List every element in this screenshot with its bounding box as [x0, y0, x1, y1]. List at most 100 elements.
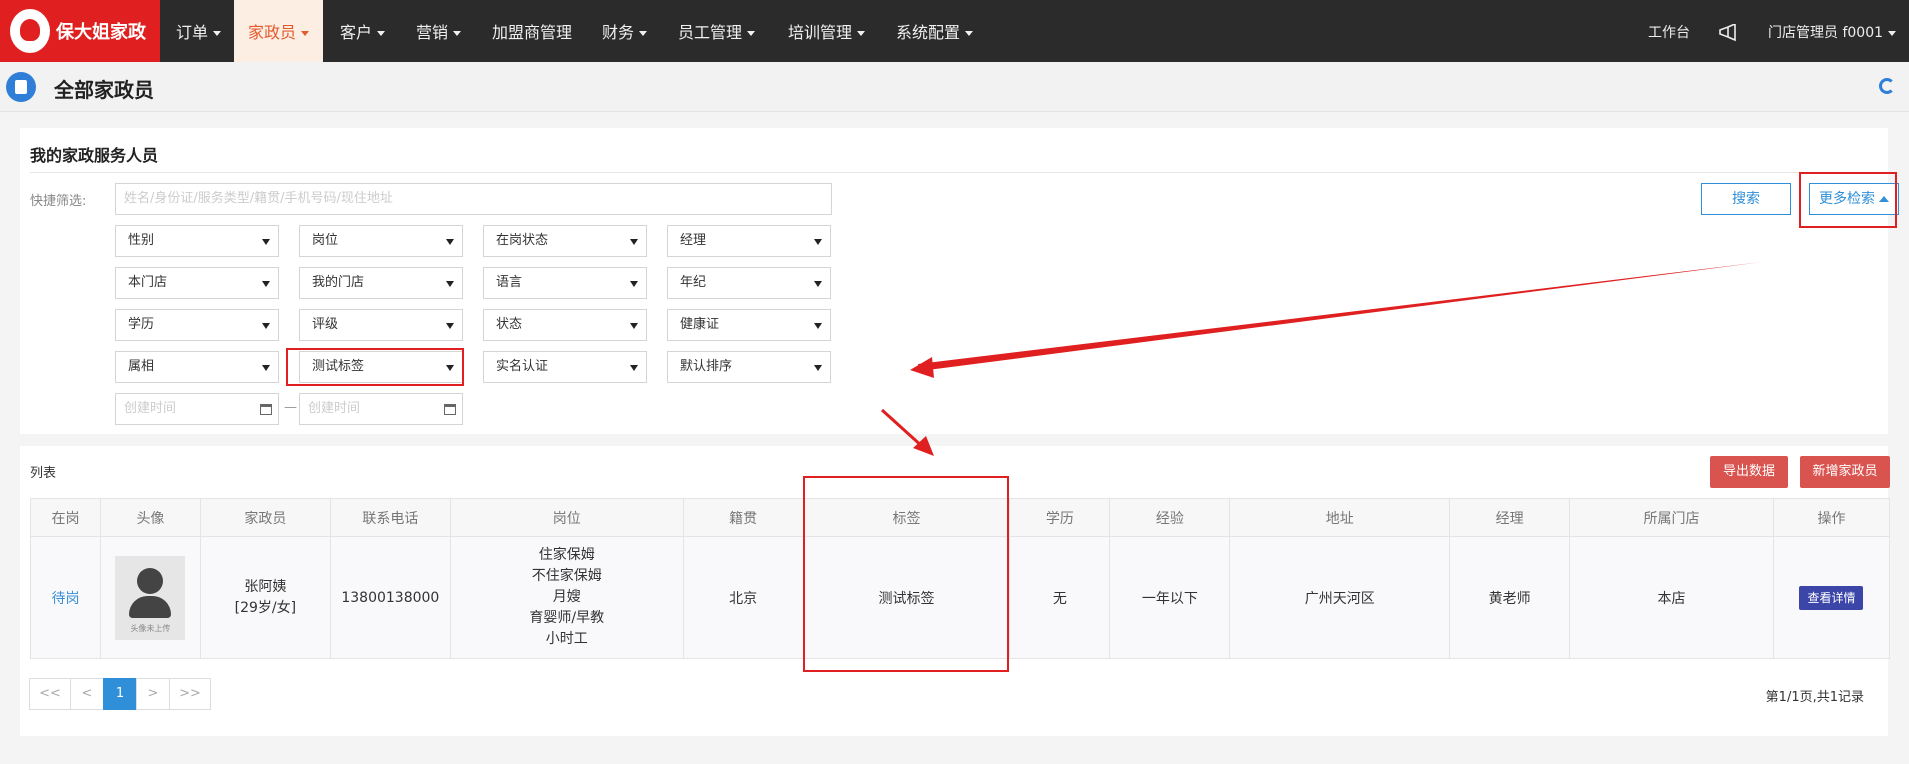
housekeeper-name: 张阿姨 — [244, 578, 287, 595]
export-button[interactable]: 导出数据 — [1710, 456, 1788, 488]
nav-franchise[interactable]: 加盟商管理 — [492, 0, 572, 62]
select-realname-verify[interactable]: 实名认证 — [483, 351, 647, 383]
list-panel: 列表 导出数据 新增家政员 在岗 头像 家政员 联系电话 岗位 籍贯 标签 学历… — [20, 446, 1891, 736]
book-icon — [6, 72, 36, 102]
chevron-down-icon — [965, 31, 974, 36]
col-avatar: 头像 — [99, 498, 201, 537]
store-cell: 本店 — [1569, 536, 1774, 659]
chevron-down-icon — [639, 31, 648, 36]
chevron-down-icon — [1888, 30, 1897, 36]
nav-training[interactable]: 培训管理 — [788, 0, 866, 62]
col-status: 在岗 — [30, 498, 101, 537]
position-item: 月嫂 — [552, 589, 581, 605]
col-store: 所属门店 — [1569, 498, 1774, 537]
chevron-down-icon — [857, 31, 866, 36]
address-cell: 广州天河区 — [1229, 536, 1451, 659]
refresh-icon[interactable] — [1879, 78, 1895, 94]
select-age[interactable]: 年纪 — [667, 267, 831, 299]
chevron-down-icon — [453, 31, 462, 36]
annotation-box-more-button — [1799, 172, 1897, 228]
col-origin: 籍贯 — [682, 498, 804, 537]
select-zodiac[interactable]: 属相 — [115, 351, 279, 383]
nav-workbench[interactable]: 工作台 — [1648, 0, 1690, 62]
brand-name: 保大姐家政 — [56, 22, 146, 43]
quick-filter-input[interactable]: 姓名/身份证/服务类型/籍贯/手机号码/现住地址 — [115, 183, 832, 215]
chevron-down-icon — [747, 31, 756, 36]
select-manager[interactable]: 经理 — [667, 225, 831, 257]
user-menu[interactable]: 门店管理员 f0001 — [1768, 0, 1897, 62]
experience-cell: 一年以下 — [1109, 536, 1231, 659]
position-item: 小时工 — [545, 631, 588, 647]
user-placeholder-icon — [137, 567, 164, 594]
filter-panel-title: 我的家政服务人员 — [30, 146, 159, 165]
select-this-store[interactable]: 本门店 — [115, 267, 279, 299]
select-gender[interactable]: 性别 — [115, 225, 279, 257]
nav-orders[interactable]: 订单 — [176, 0, 222, 62]
annotation-box-tag-select — [286, 348, 464, 386]
pager-last[interactable]: >> — [169, 678, 211, 710]
select-health-cert[interactable]: 健康证 — [667, 309, 831, 341]
position-item: 育婴师/早教 — [529, 610, 605, 626]
col-name: 家政员 — [199, 498, 331, 537]
nav-customers[interactable]: 客户 — [340, 0, 386, 62]
calendar-icon — [444, 404, 456, 415]
page-header: 全部家政员 — [0, 62, 1909, 112]
housekeeper-age-gender: [29岁/女] — [234, 599, 297, 616]
pagination: << < 1 > >> — [29, 678, 211, 710]
select-sort[interactable]: 默认排序 — [667, 351, 831, 383]
nav-marketing[interactable]: 营销 — [416, 0, 462, 62]
col-education: 学历 — [1009, 498, 1111, 537]
view-details-button[interactable]: 查看详情 — [1799, 585, 1864, 610]
col-experience: 经验 — [1109, 498, 1231, 537]
select-position[interactable]: 岗位 — [299, 225, 463, 257]
date-start-input[interactable]: 创建时间 — [115, 393, 279, 425]
search-button[interactable]: 搜索 — [1701, 183, 1791, 215]
pager-page-1[interactable]: 1 — [103, 678, 137, 710]
chevron-down-icon — [377, 31, 386, 36]
nav-finance[interactable]: 财务 — [602, 0, 648, 62]
col-manager: 经理 — [1449, 498, 1571, 537]
education-cell: 无 — [1009, 536, 1111, 659]
page-info: 第1/1页,共1记录 — [1765, 690, 1864, 705]
nav-staff[interactable]: 员工管理 — [678, 0, 756, 62]
pager-first[interactable]: << — [29, 678, 71, 710]
col-phone: 联系电话 — [329, 498, 451, 537]
top-navbar: 保大姐家政 订单 家政员 客户 营销 加盟商管理 财务 员工管理 培训管理 系统… — [0, 0, 1909, 62]
avatar-cell: 头像未上传 — [99, 536, 201, 659]
annotation-box-tag-column — [803, 476, 1009, 672]
col-position: 岗位 — [449, 498, 684, 537]
nav-system[interactable]: 系统配置 — [896, 0, 974, 62]
add-housekeeper-button[interactable]: 新增家政员 — [1800, 456, 1890, 488]
position-item: 住家保姆 — [538, 547, 595, 563]
status-link[interactable]: 待岗 — [51, 591, 79, 607]
megaphone-icon[interactable] — [1718, 0, 1738, 62]
select-rating[interactable]: 评级 — [299, 309, 463, 341]
position-cell: 住家保姆 不住家保姆 月嫂 育婴师/早教 小时工 — [449, 536, 684, 659]
logo-mascot-icon — [10, 9, 50, 53]
divider — [30, 172, 1878, 173]
position-item: 不住家保姆 — [531, 568, 602, 584]
list-title: 列表 — [30, 466, 57, 481]
pager-next[interactable]: > — [136, 678, 170, 710]
quick-filter-label: 快捷筛选: — [30, 194, 87, 209]
page-title: 全部家政员 — [54, 78, 154, 102]
chevron-down-icon — [301, 31, 310, 36]
pager-prev[interactable]: < — [70, 678, 104, 710]
col-action: 操作 — [1772, 498, 1891, 537]
date-end-input[interactable]: 创建时间 — [299, 393, 463, 425]
avatar: 头像未上传 — [115, 555, 186, 640]
brand-logo[interactable]: 保大姐家政 — [0, 0, 160, 62]
select-education[interactable]: 学历 — [115, 309, 279, 341]
phone-cell: 13800138000 — [329, 536, 451, 659]
select-language[interactable]: 语言 — [483, 267, 647, 299]
status-cell: 待岗 — [30, 536, 101, 659]
select-duty-status[interactable]: 在岗状态 — [483, 225, 647, 257]
action-cell: 查看详情 — [1772, 536, 1891, 659]
nav-housekeepers[interactable]: 家政员 — [234, 0, 324, 62]
col-address: 地址 — [1229, 498, 1451, 537]
select-my-store[interactable]: 我的门店 — [299, 267, 463, 299]
manager-cell: 黄老师 — [1449, 536, 1571, 659]
user-placeholder-body — [129, 595, 172, 618]
date-range-separator: — — [284, 400, 297, 415]
select-status[interactable]: 状态 — [483, 309, 647, 341]
